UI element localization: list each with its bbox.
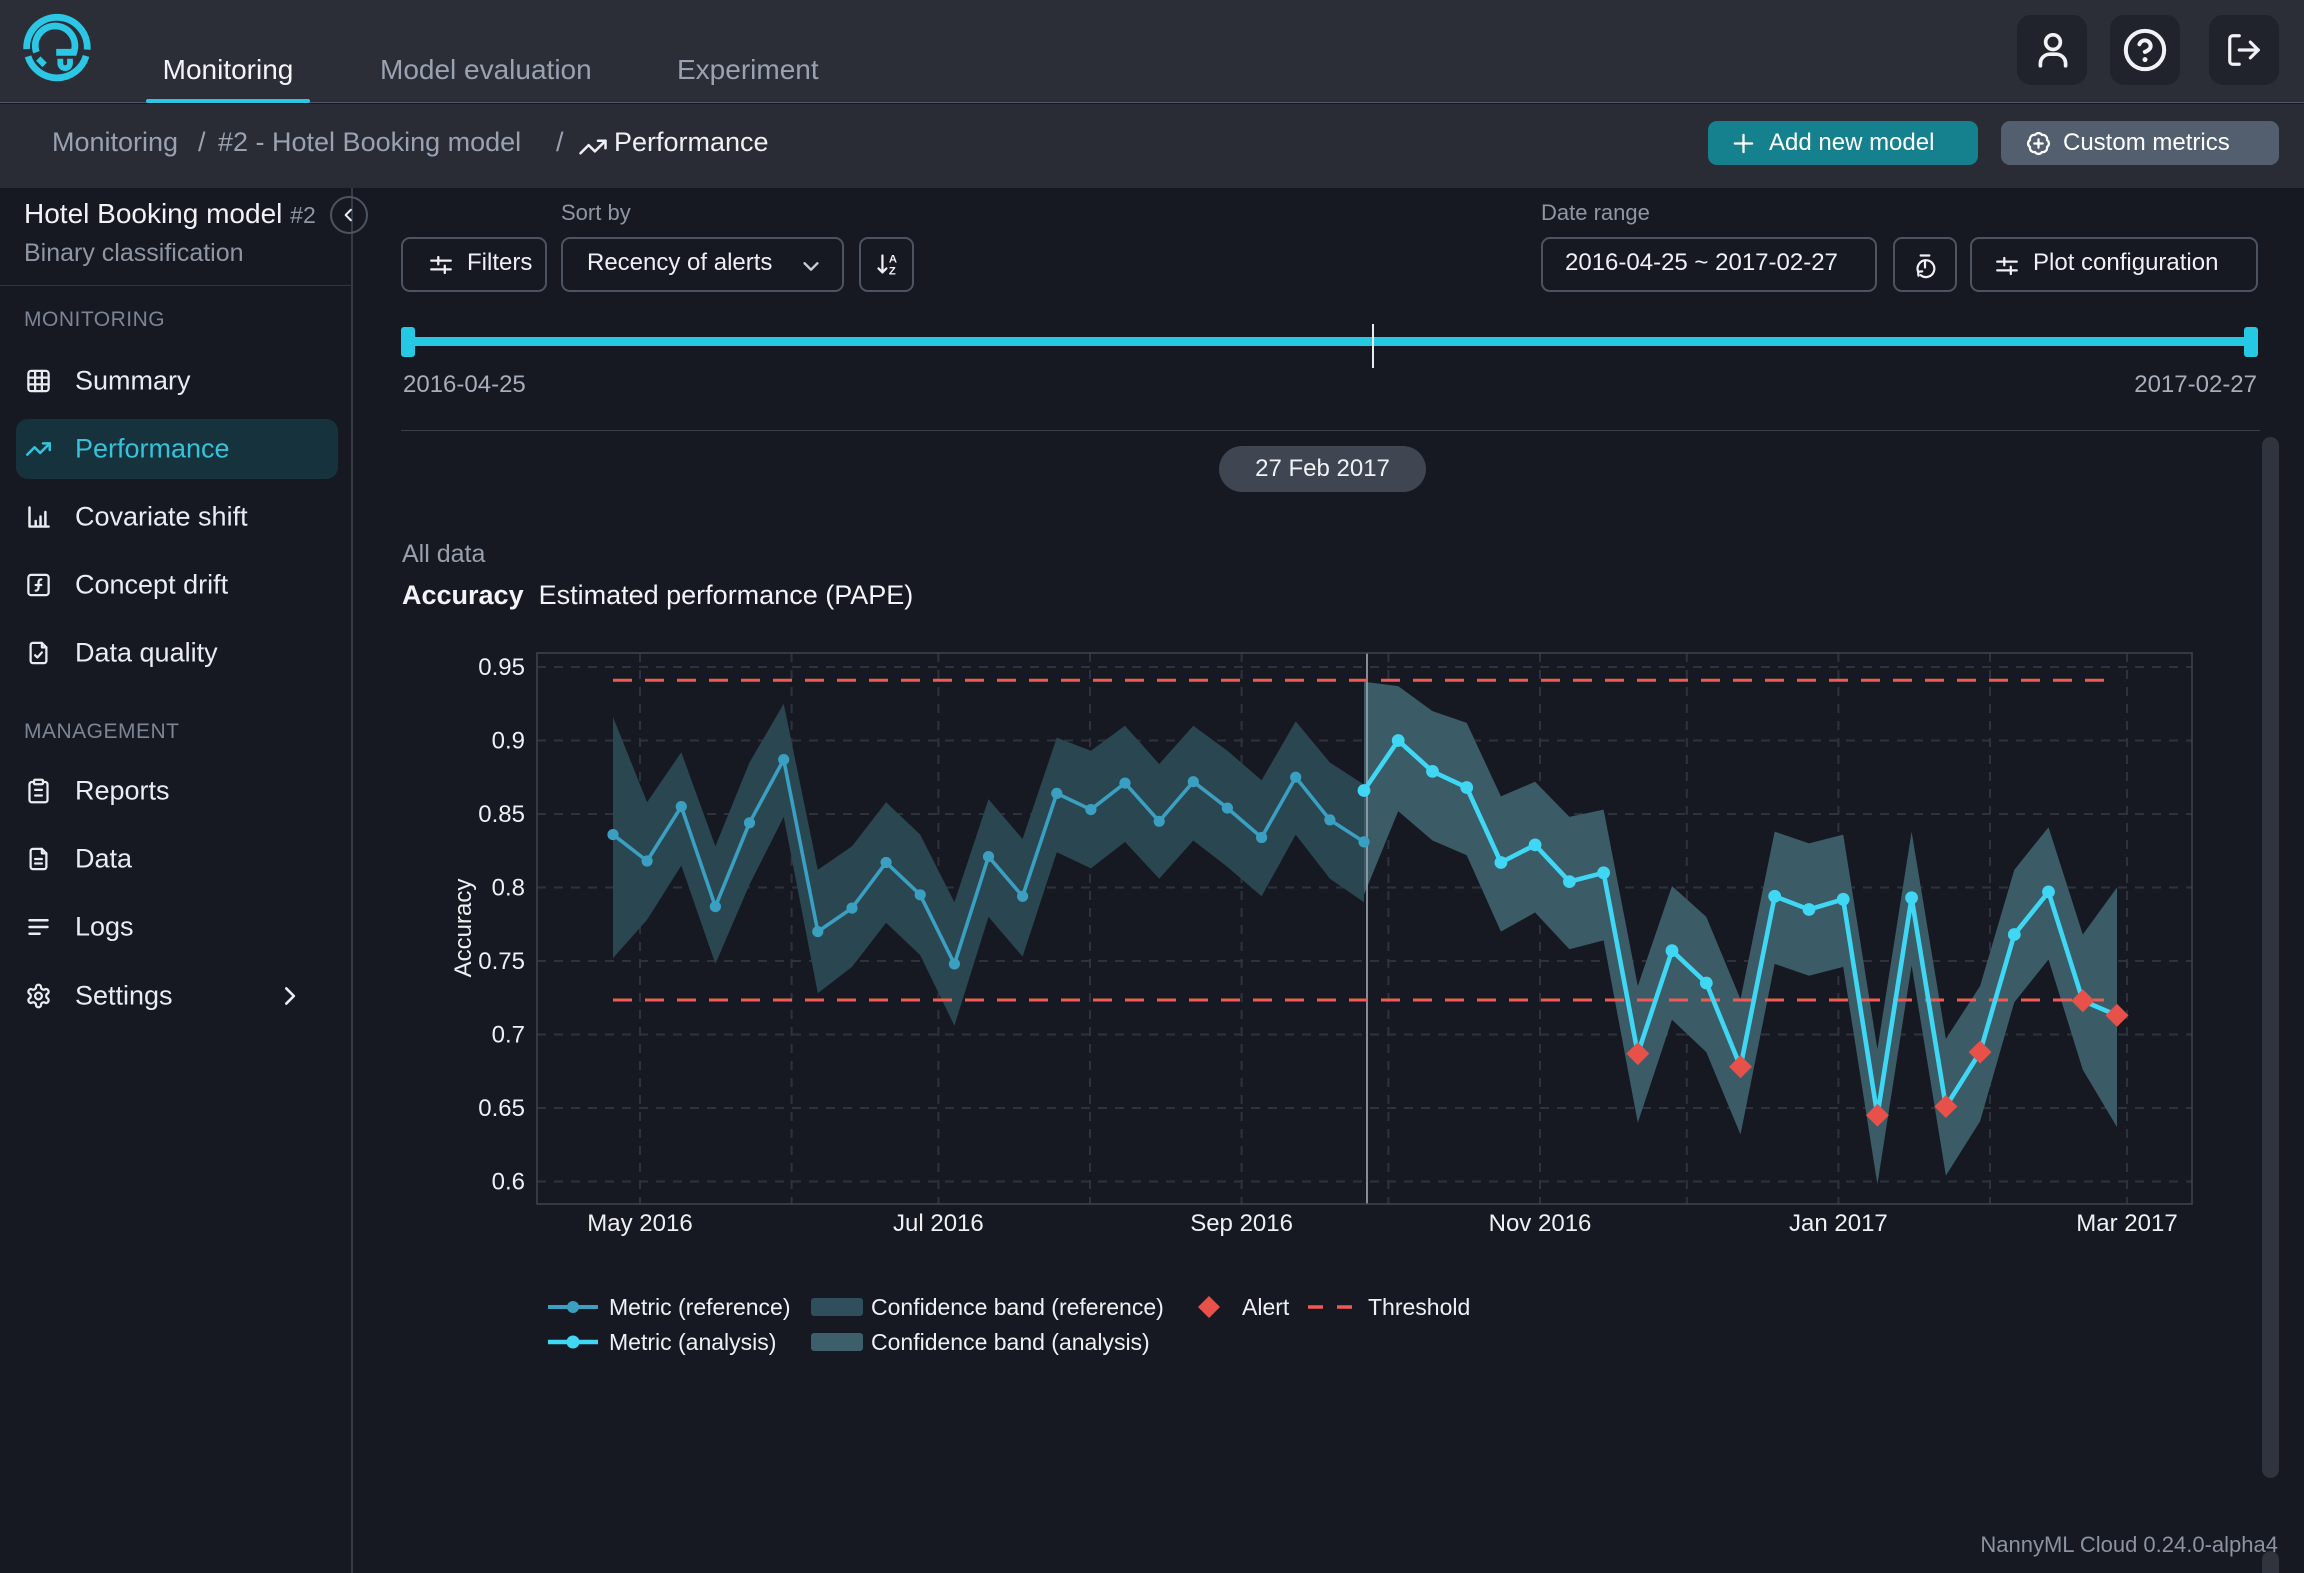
svg-text:Sep 2016: Sep 2016	[1190, 1210, 1293, 1237]
svg-text:0.75: 0.75	[478, 948, 525, 975]
svg-text:0.95: 0.95	[478, 654, 525, 681]
svg-text:Mar 2017: Mar 2017	[2076, 1210, 2177, 1237]
svg-text:Accuracy: Accuracy	[450, 879, 477, 978]
svg-text:Alert: Alert	[1242, 1294, 1290, 1320]
svg-text:0.9: 0.9	[492, 728, 525, 755]
svg-text:Metric (analysis): Metric (analysis)	[609, 1329, 776, 1355]
svg-text:0.85: 0.85	[478, 801, 525, 828]
svg-text:Jul 2016: Jul 2016	[893, 1210, 984, 1237]
svg-text:Nov 2016: Nov 2016	[1489, 1210, 1592, 1237]
svg-text:0.6: 0.6	[492, 1169, 525, 1196]
svg-text:0.7: 0.7	[492, 1022, 525, 1049]
svg-text:0.65: 0.65	[478, 1095, 525, 1122]
svg-text:Threshold: Threshold	[1368, 1294, 1470, 1320]
svg-text:May 2016: May 2016	[587, 1210, 692, 1237]
svg-text:Confidence band (reference): Confidence band (reference)	[871, 1294, 1164, 1320]
svg-text:Jan 2017: Jan 2017	[1789, 1210, 1888, 1237]
svg-text:Confidence band (analysis): Confidence band (analysis)	[871, 1329, 1150, 1355]
svg-text:Metric (reference): Metric (reference)	[609, 1294, 790, 1320]
svg-text:0.8: 0.8	[492, 875, 525, 902]
